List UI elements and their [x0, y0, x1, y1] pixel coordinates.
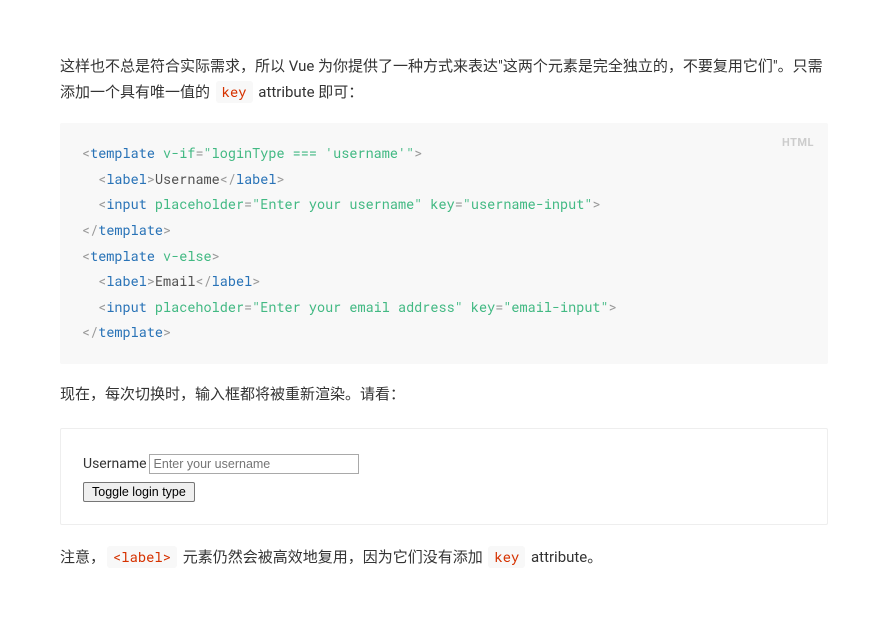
demo-box: Username Toggle login type: [60, 428, 828, 526]
note-paragraph: 注意，<label> 元素仍然会被高效地复用，因为它们没有添加 key attr…: [60, 545, 828, 571]
inline-code-key: key: [216, 81, 253, 103]
intro-text-b: attribute 即可：: [255, 83, 364, 101]
inline-code-label: <label>: [107, 546, 177, 568]
code-block: HTML<template v-if="loginType === 'usern…: [60, 123, 828, 364]
toggle-login-type-button[interactable]: Toggle login type: [83, 482, 195, 502]
intro-paragraph: 这样也不总是符合实际需求，所以 Vue 为你提供了一种方式来表达"这两个元素是完…: [60, 54, 828, 105]
note-text-c: attribute。: [527, 548, 602, 566]
code-lang-badge: HTML: [782, 133, 814, 154]
username-input[interactable]: [149, 454, 359, 474]
intro-text-a: 这样也不总是符合实际需求，所以 Vue 为你提供了一种方式来表达"这两个元素是完…: [60, 57, 823, 101]
inline-code-key2: key: [488, 546, 525, 568]
note-text-a: 注意，: [60, 548, 105, 566]
note-text-b: 元素仍然会被高效地复用，因为它们没有添加: [179, 548, 486, 566]
demo-label: Username: [83, 456, 147, 472]
result-paragraph: 现在，每次切换时，输入框都将被重新渲染。请看：: [60, 382, 828, 408]
